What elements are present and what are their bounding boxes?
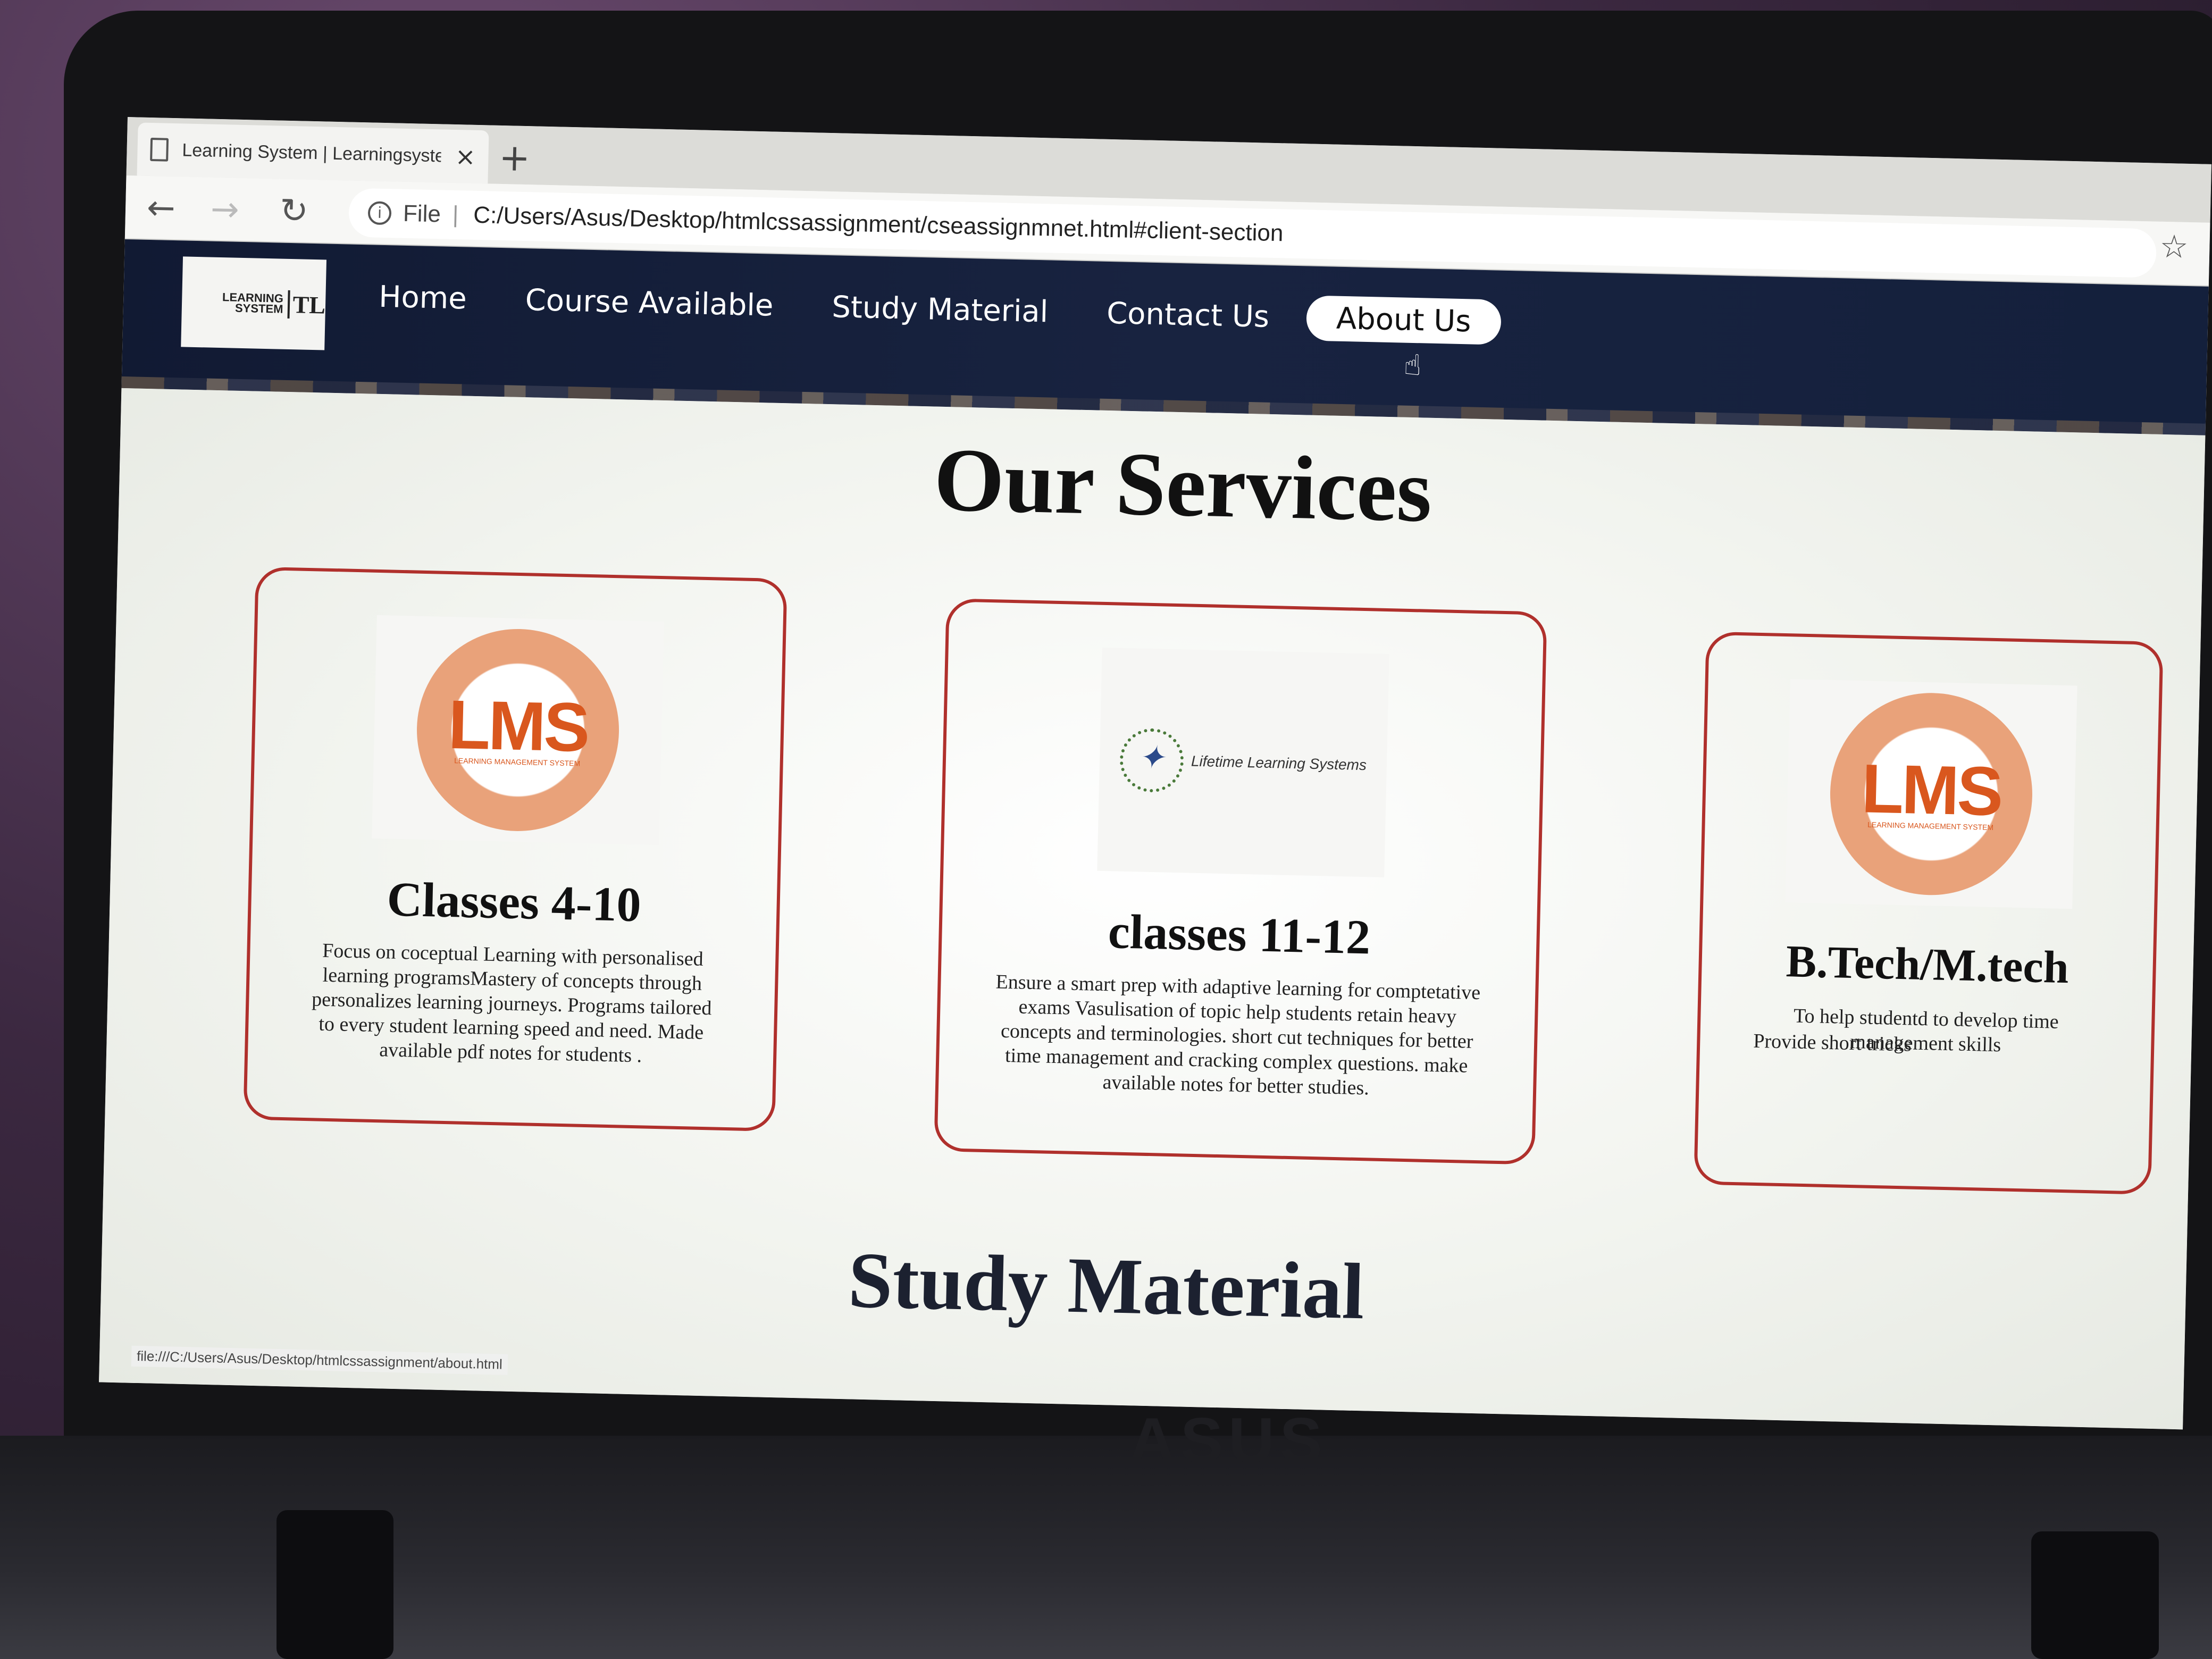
- lifetime-learning-logo: Lifetime Learning Systems: [1119, 727, 1368, 797]
- services-heading: Our Services: [933, 429, 1434, 541]
- info-icon[interactable]: i: [367, 201, 392, 225]
- browser-tab[interactable]: Learning System | Learningsyste ×: [137, 122, 489, 184]
- page-content: Our Services LMS LEARNING MANAGEMENT SYS…: [99, 388, 2206, 1430]
- separator: |: [452, 201, 459, 228]
- card-title: B.Tech/M.tech: [1785, 935, 2069, 993]
- service-card: LMS LEARNING MANAGEMENT SYSTEM B.Tech/M.…: [1694, 631, 2164, 1195]
- nav-course-available[interactable]: Course Available: [525, 283, 774, 323]
- main-menu: Home Course Available Study Material Con…: [378, 274, 1502, 345]
- lifetime-learning-logo-image: Lifetime Learning Systems: [1097, 647, 1389, 877]
- status-bar-url: file:///C:/Users/Asus/Desktop/htmlcssass…: [131, 1345, 508, 1375]
- service-card: LMS LEARNING MANAGEMENT SYSTEM Classes 4…: [243, 566, 787, 1132]
- back-arrow-icon[interactable]: ←: [146, 187, 175, 230]
- hinge-right: [2031, 1531, 2159, 1659]
- logo-mark: TL: [287, 290, 326, 320]
- logo-text: LEARNING SYSTEM: [222, 290, 284, 316]
- card-title: classes 11-12: [1107, 904, 1371, 965]
- people-circle-icon: [1119, 727, 1185, 793]
- laptop-brand-logo: ASUS: [1129, 1405, 1328, 1476]
- url-text[interactable]: C:/Users/Asus/Desktop/htmlcssassignment/…: [473, 202, 1284, 247]
- lms-badge: LMS LEARNING MANAGEMENT SYSTEM: [1828, 691, 2035, 898]
- nav-home[interactable]: Home: [379, 280, 467, 316]
- document-icon: [150, 137, 169, 162]
- nav-contact-us[interactable]: Contact Us: [1107, 296, 1270, 334]
- forward-arrow-icon[interactable]: →: [210, 188, 239, 231]
- card-title: Classes 4-10: [386, 872, 642, 932]
- service-card: Lifetime Learning Systems classes 11-12 …: [934, 598, 1547, 1165]
- tab-title: Learning System | Learningsyste: [182, 139, 442, 166]
- new-tab-button[interactable]: +: [499, 136, 531, 180]
- lms-logo-image: LMS LEARNING MANAGEMENT SYSTEM: [372, 615, 664, 845]
- laptop-screen: Learning System | Learningsyste × + ← → …: [99, 117, 2211, 1430]
- bookmark-star-icon[interactable]: ☆: [2159, 228, 2189, 266]
- lms-badge-text: LMS: [447, 685, 589, 766]
- study-material-heading: Study Material: [847, 1236, 1365, 1336]
- reload-icon[interactable]: ↻: [279, 190, 308, 233]
- card-description-extra: Provide short tricks: [1753, 1029, 1912, 1056]
- nav-study-material[interactable]: Study Material: [832, 290, 1049, 329]
- hinge-left: [276, 1510, 393, 1659]
- site-logo[interactable]: LEARNING SYSTEM TL: [181, 256, 327, 350]
- card-description: Ensure a smart prep with adaptive learni…: [995, 970, 1481, 1100]
- lms-logo-image: LMS LEARNING MANAGEMENT SYSTEM: [1785, 679, 2077, 909]
- lms-badge-text: LMS: [1861, 749, 2002, 831]
- lms-badge: LMS LEARNING MANAGEMENT SYSTEM: [414, 626, 622, 834]
- hand-cursor-icon: ☝: [1403, 348, 1422, 382]
- close-icon[interactable]: ×: [455, 142, 476, 171]
- nav-about-us[interactable]: About Us: [1306, 295, 1502, 345]
- lifetime-logo-text: Lifetime Learning Systems: [1191, 752, 1367, 774]
- file-label: File: [403, 200, 441, 228]
- card-description: Focus on coceptual Learning with persona…: [311, 939, 712, 1067]
